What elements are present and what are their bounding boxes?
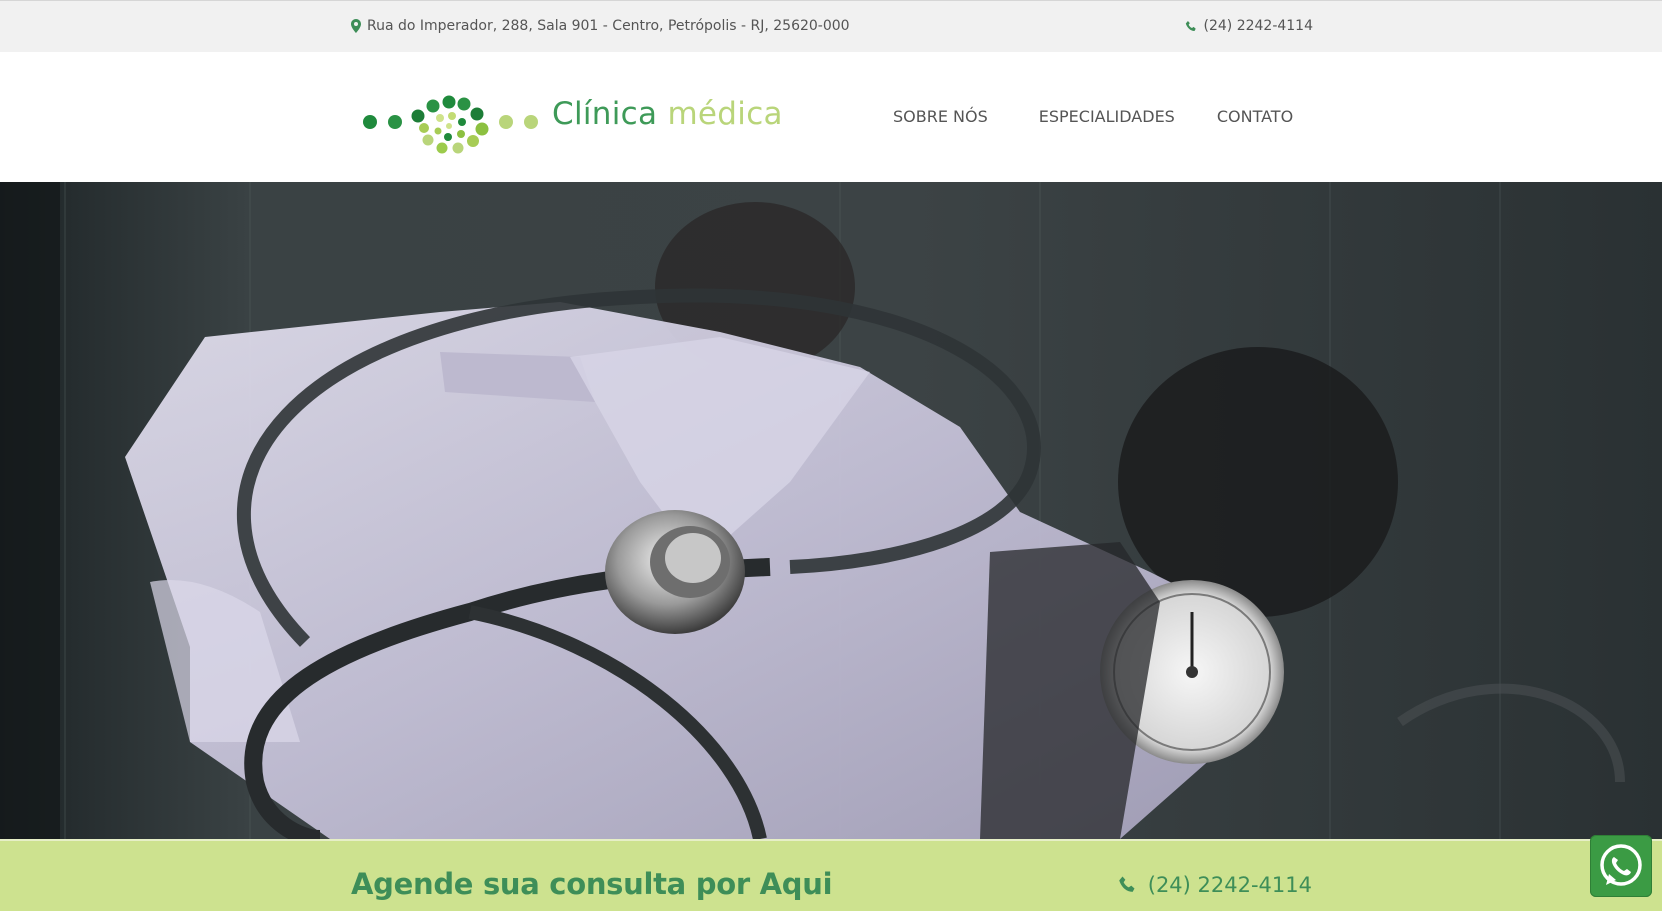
logo-word-medica: médica xyxy=(667,96,783,132)
whatsapp-button[interactable] xyxy=(1590,835,1652,897)
phone-icon xyxy=(1119,876,1135,892)
appointment-cta[interactable]: Agende sua consulta por Aqui xyxy=(351,867,833,901)
logo-dots-mark xyxy=(363,95,538,154)
address: Rua do Imperador, 288, Sala 901 - Centro… xyxy=(351,18,850,34)
logo-word-clinica: Clínica xyxy=(552,96,658,132)
site-header: Clínica médica SOBRE NÓS ESPECIALIDADES … xyxy=(0,52,1662,182)
top-phone-text: (24) 2242-4114 xyxy=(1203,18,1314,34)
appointment-bar: Agende sua consulta por Aqui (24) 2242-4… xyxy=(0,839,1662,911)
nav-especialidades[interactable]: ESPECIALIDADES xyxy=(1039,107,1175,126)
address-text: Rua do Imperador, 288, Sala 901 - Centro… xyxy=(367,18,850,34)
hero-image xyxy=(0,182,1662,839)
appointment-phone[interactable]: (24) 2242-4114 xyxy=(1118,873,1312,897)
whatsapp-icon xyxy=(1600,844,1642,886)
top-info-bar: Rua do Imperador, 288, Sala 901 - Centro… xyxy=(0,0,1662,52)
phone-icon xyxy=(1185,20,1196,31)
map-marker-icon xyxy=(351,19,361,33)
logo[interactable]: Clínica médica xyxy=(358,74,788,154)
hero-photo xyxy=(0,182,1662,839)
logo-text: Clínica médica xyxy=(552,96,783,132)
top-phone[interactable]: (24) 2242-4114 xyxy=(1185,18,1314,34)
nav-sobre-nos[interactable]: SOBRE NÓS xyxy=(893,107,988,126)
main-nav: SOBRE NÓS ESPECIALIDADES CONTATO xyxy=(893,107,1293,126)
appointment-phone-text: (24) 2242-4114 xyxy=(1147,873,1312,897)
nav-contato[interactable]: CONTATO xyxy=(1217,107,1293,126)
